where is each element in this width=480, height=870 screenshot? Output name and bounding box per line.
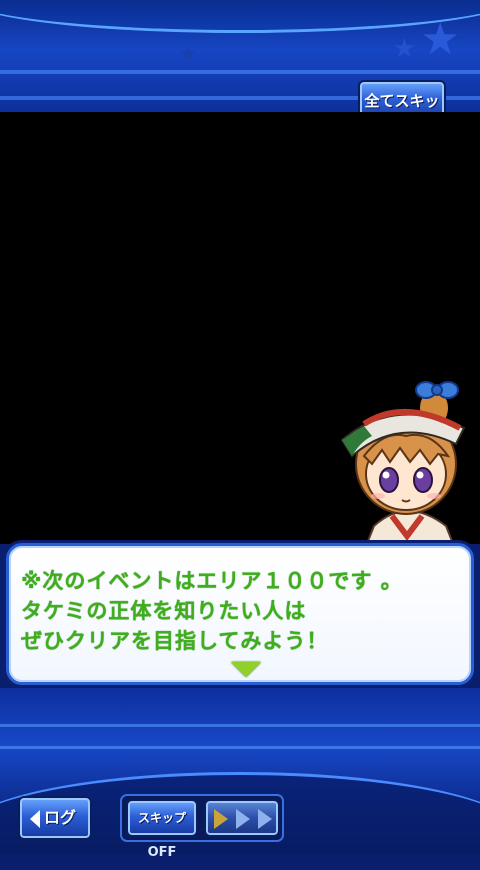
back-triangle-icon — [30, 810, 40, 828]
star-icon: ★ — [392, 34, 416, 64]
star-icon: ★ — [178, 42, 198, 67]
hair-bow — [415, 381, 459, 399]
fast-forward-button[interactable] — [204, 799, 280, 837]
character-portrait — [340, 381, 466, 546]
skip-label: スキップ — [137, 811, 186, 825]
footer-stripe — [0, 724, 480, 727]
log-label: ログ — [44, 808, 77, 827]
dialog-line: タケミの正体を知りたい人は — [21, 599, 307, 623]
fast-forward-icon — [214, 809, 228, 829]
dialog-box[interactable]: ※次のイベントはエリア１００です 。 タケミの正体を知りたい人は ぜひクリアを目… — [6, 543, 474, 685]
star-icon: ★ — [420, 14, 460, 65]
down-triangle-icon — [231, 662, 261, 677]
skip-toggle-button[interactable]: スキップ OFF — [126, 799, 198, 860]
dialog-line: ぜひクリアを目指してみよう！ — [21, 629, 329, 653]
header-stripe — [0, 70, 480, 74]
fast-forward-icon — [236, 809, 250, 829]
footer-stripe — [0, 746, 480, 749]
log-button[interactable]: ログ — [18, 796, 92, 840]
skip-state: OFF — [147, 845, 177, 860]
dialog-line: ※次のイベントはエリア１００です 。 — [21, 569, 403, 593]
fast-forward-icon — [258, 809, 272, 829]
